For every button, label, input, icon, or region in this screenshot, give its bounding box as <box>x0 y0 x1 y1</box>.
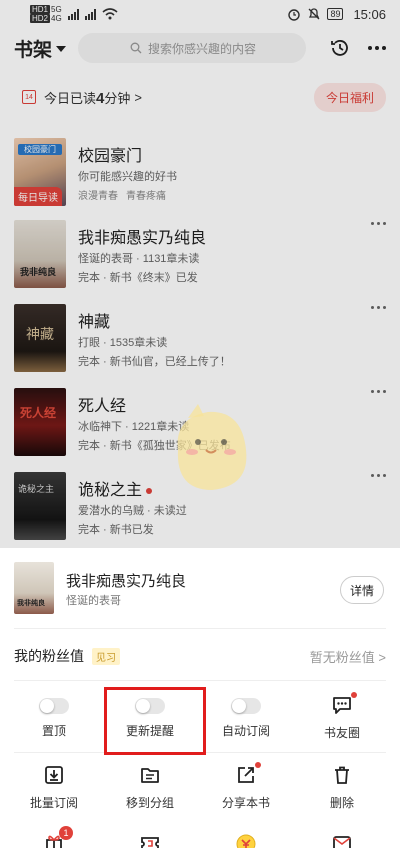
fan-value-row[interactable]: 我的粉丝值 见习 暂无粉丝值 > <box>14 644 386 668</box>
share-icon <box>235 762 261 786</box>
fan-value-text: 暂无粉丝值 > <box>309 649 386 665</box>
sheet-book-info: 我非纯良 我非痴愚实乃纯良 怪诞的表哥 详情 <box>14 562 386 614</box>
action-row: 批量订阅 移到分组 分享本书 删除 <box>0 762 400 811</box>
coin-icon <box>235 832 257 848</box>
ticket-icon <box>139 832 161 848</box>
batch-subscribe-button[interactable]: 批量订阅 <box>6 762 102 811</box>
mail-heart-icon <box>331 832 353 848</box>
notification-dot <box>255 762 261 768</box>
move-to-group-button[interactable]: 移到分组 <box>102 762 198 811</box>
book-cover: 我非纯良 <box>14 562 54 614</box>
share-book-button[interactable]: 分享本书 <box>198 762 294 811</box>
details-button[interactable]: 详情 <box>340 576 384 604</box>
monthly-ticket-button[interactable] <box>102 830 198 848</box>
divider <box>14 628 386 629</box>
divider <box>14 680 386 681</box>
pin-toggle[interactable] <box>39 698 69 714</box>
notification-dot <box>351 692 357 698</box>
count-badge: 1 <box>59 826 73 840</box>
reward-button[interactable] <box>198 830 294 848</box>
fan-value-label: 我的粉丝值 <box>14 648 84 664</box>
sheet-book-title: 我非痴愚实乃纯良 <box>66 573 187 590</box>
sheet-book-author: 怪诞的表哥 <box>66 595 121 607</box>
highlight-annotation <box>104 687 206 755</box>
trash-icon <box>331 764 353 786</box>
auto-subscribe-toggle[interactable] <box>231 698 261 714</box>
download-icon <box>43 764 65 786</box>
pin-toggle-item[interactable]: 置顶 <box>6 692 102 741</box>
mascot-image <box>177 404 247 490</box>
book-club-button[interactable]: 书友圈 <box>294 692 390 741</box>
bottom-icon-row: 1 <box>0 826 400 848</box>
auto-subscribe-toggle-item[interactable]: 自动订阅 <box>198 692 294 741</box>
gift-button[interactable]: 1 <box>6 826 102 848</box>
folder-icon <box>139 764 161 786</box>
fan-level-badge: 见习 <box>92 647 120 665</box>
gift-icon: 1 <box>43 826 73 848</box>
delete-button[interactable]: 删除 <box>294 762 390 811</box>
recommend-ticket-button[interactable] <box>294 830 390 848</box>
chat-icon <box>331 692 357 716</box>
